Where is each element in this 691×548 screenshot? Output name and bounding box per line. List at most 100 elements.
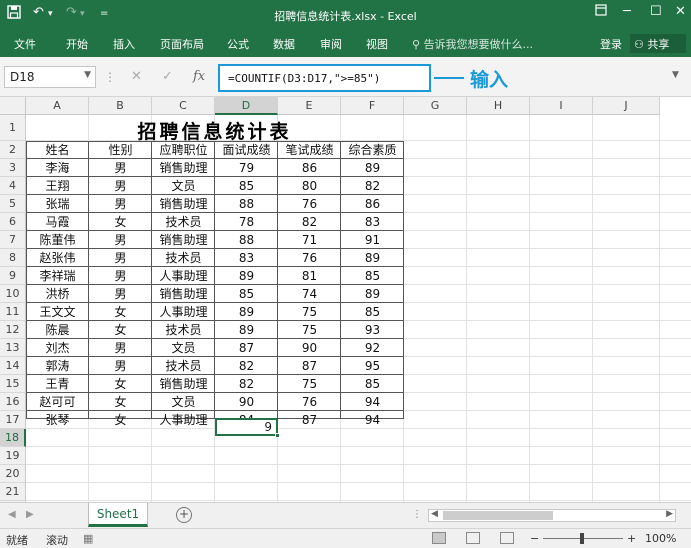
table-cell[interactable]: 女 [89, 394, 152, 411]
formula-input[interactable]: =COUNTIF(D3:D17,">=85") [218, 64, 431, 92]
active-cell-d18[interactable]: 9 [215, 418, 280, 438]
column-header-e[interactable]: E [278, 97, 341, 115]
table-cell[interactable]: 88 [215, 232, 278, 249]
table-cell[interactable]: 85 [341, 268, 404, 285]
table-cell[interactable]: 89 [341, 250, 404, 267]
row-header-11[interactable]: 11 [0, 303, 26, 321]
zoom-slider-knob[interactable] [580, 533, 584, 544]
table-cell[interactable]: 男 [89, 286, 152, 303]
row-header-18[interactable]: 18 [0, 429, 26, 447]
table-cell[interactable]: 技术员 [152, 322, 215, 339]
table-cell[interactable]: 女 [89, 376, 152, 393]
row-header-20[interactable]: 20 [0, 465, 26, 483]
table-cell[interactable]: 86 [341, 196, 404, 213]
table-cell[interactable]: 技术员 [152, 358, 215, 375]
row-header-7[interactable]: 7 [0, 231, 26, 249]
table-cell[interactable]: 86 [278, 160, 341, 177]
name-box[interactable]: D18 ▼ [4, 66, 96, 88]
expand-formula-icon[interactable]: ▼ [672, 70, 679, 80]
minimize-icon[interactable]: ─ [623, 4, 631, 19]
row-header-14[interactable]: 14 [0, 357, 26, 375]
table-cell[interactable]: 女 [89, 214, 152, 231]
table-cell[interactable]: 销售助理 [152, 160, 215, 177]
table-header-cell[interactable]: 性别 [89, 142, 152, 159]
table-cell[interactable]: 李海 [26, 160, 89, 177]
table-cell[interactable]: 销售助理 [152, 232, 215, 249]
row-header-3[interactable]: 3 [0, 159, 26, 177]
table-cell[interactable]: 95 [341, 358, 404, 375]
tab-data[interactable]: 数据 [273, 36, 295, 52]
table-cell[interactable]: 83 [341, 214, 404, 231]
table-cell[interactable]: 87 [278, 412, 341, 429]
table-cell[interactable]: 男 [89, 178, 152, 195]
tab-insert[interactable]: 插入 [113, 36, 135, 52]
table-cell[interactable]: 销售助理 [152, 286, 215, 303]
table-cell[interactable]: 赵可可 [26, 394, 89, 411]
table-cell[interactable]: 82 [341, 178, 404, 195]
table-cell[interactable]: 87 [215, 340, 278, 357]
table-cell[interactable]: 刘杰 [26, 340, 89, 357]
table-cell[interactable]: 王翔 [26, 178, 89, 195]
share-button[interactable]: ⚇ 共享 [630, 34, 686, 53]
table-cell[interactable]: 张琴 [26, 412, 89, 429]
row-header-1[interactable]: 1 [0, 115, 26, 141]
table-header-cell[interactable]: 应聘职位 [152, 142, 215, 159]
table-cell[interactable]: 人事助理 [152, 304, 215, 321]
zoom-level[interactable]: 100% [645, 532, 676, 545]
scroll-left-icon[interactable]: ◀ [431, 509, 438, 519]
tab-view[interactable]: 视图 [366, 36, 388, 52]
table-cell[interactable]: 陈董伟 [26, 232, 89, 249]
table-cell[interactable]: 85 [215, 286, 278, 303]
table-cell[interactable]: 74 [278, 286, 341, 303]
horizontal-scrollbar[interactable]: ◀ ▶ [428, 509, 676, 522]
chevron-down-icon[interactable]: ▼ [84, 70, 91, 80]
table-header-cell[interactable]: 面试成绩 [215, 142, 278, 159]
row-header-10[interactable]: 10 [0, 285, 26, 303]
column-header-d[interactable]: D [215, 97, 278, 115]
table-cell[interactable]: 76 [278, 394, 341, 411]
column-header-j[interactable]: J [593, 97, 660, 115]
table-cell[interactable]: 85 [215, 178, 278, 195]
table-cell[interactable]: 80 [278, 178, 341, 195]
tab-formulas[interactable]: 公式 [227, 36, 249, 52]
table-cell[interactable]: 李祥瑞 [26, 268, 89, 285]
tell-me-search[interactable]: ⚲ 告诉我您想要做什么... [412, 36, 533, 52]
table-cell[interactable]: 女 [89, 304, 152, 321]
tab-file[interactable]: 文件 [14, 36, 36, 52]
table-cell[interactable]: 文员 [152, 178, 215, 195]
column-header-i[interactable]: I [530, 97, 593, 115]
table-cell[interactable]: 陈晨 [26, 322, 89, 339]
column-header-f[interactable]: F [341, 97, 404, 115]
table-cell[interactable]: 87 [278, 358, 341, 375]
add-sheet-button[interactable]: + [176, 507, 192, 523]
table-cell[interactable]: 85 [341, 304, 404, 321]
row-header-4[interactable]: 4 [0, 177, 26, 195]
table-cell[interactable]: 王文文 [26, 304, 89, 321]
table-cell[interactable]: 女 [89, 322, 152, 339]
sign-in-link[interactable]: 登录 [600, 36, 622, 52]
table-cell[interactable]: 90 [278, 340, 341, 357]
table-cell[interactable]: 82 [215, 358, 278, 375]
next-sheet-icon[interactable]: ▶ [26, 509, 34, 520]
table-cell[interactable]: 88 [215, 196, 278, 213]
enter-icon[interactable]: ✓ [162, 69, 173, 84]
table-cell[interactable]: 销售助理 [152, 376, 215, 393]
row-header-8[interactable]: 8 [0, 249, 26, 267]
table-cell[interactable]: 75 [278, 304, 341, 321]
table-header-cell[interactable]: 笔试成绩 [278, 142, 341, 159]
table-cell[interactable]: 文员 [152, 394, 215, 411]
zoom-in-icon[interactable]: + [627, 532, 636, 545]
table-cell[interactable]: 洪桥 [26, 286, 89, 303]
row-header-2[interactable]: 2 [0, 141, 26, 159]
scrollbar-thumb[interactable] [443, 511, 553, 520]
row-header-15[interactable]: 15 [0, 375, 26, 393]
fill-handle[interactable] [275, 433, 280, 438]
table-cell[interactable]: 技术员 [152, 250, 215, 267]
table-header-cell[interactable]: 姓名 [26, 142, 89, 159]
prev-sheet-icon[interactable]: ◀ [8, 509, 16, 520]
table-cell[interactable]: 89 [215, 268, 278, 285]
table-cell[interactable]: 83 [215, 250, 278, 267]
column-header-c[interactable]: C [152, 97, 215, 115]
table-cell[interactable]: 女 [89, 412, 152, 429]
table-cell[interactable]: 76 [278, 250, 341, 267]
